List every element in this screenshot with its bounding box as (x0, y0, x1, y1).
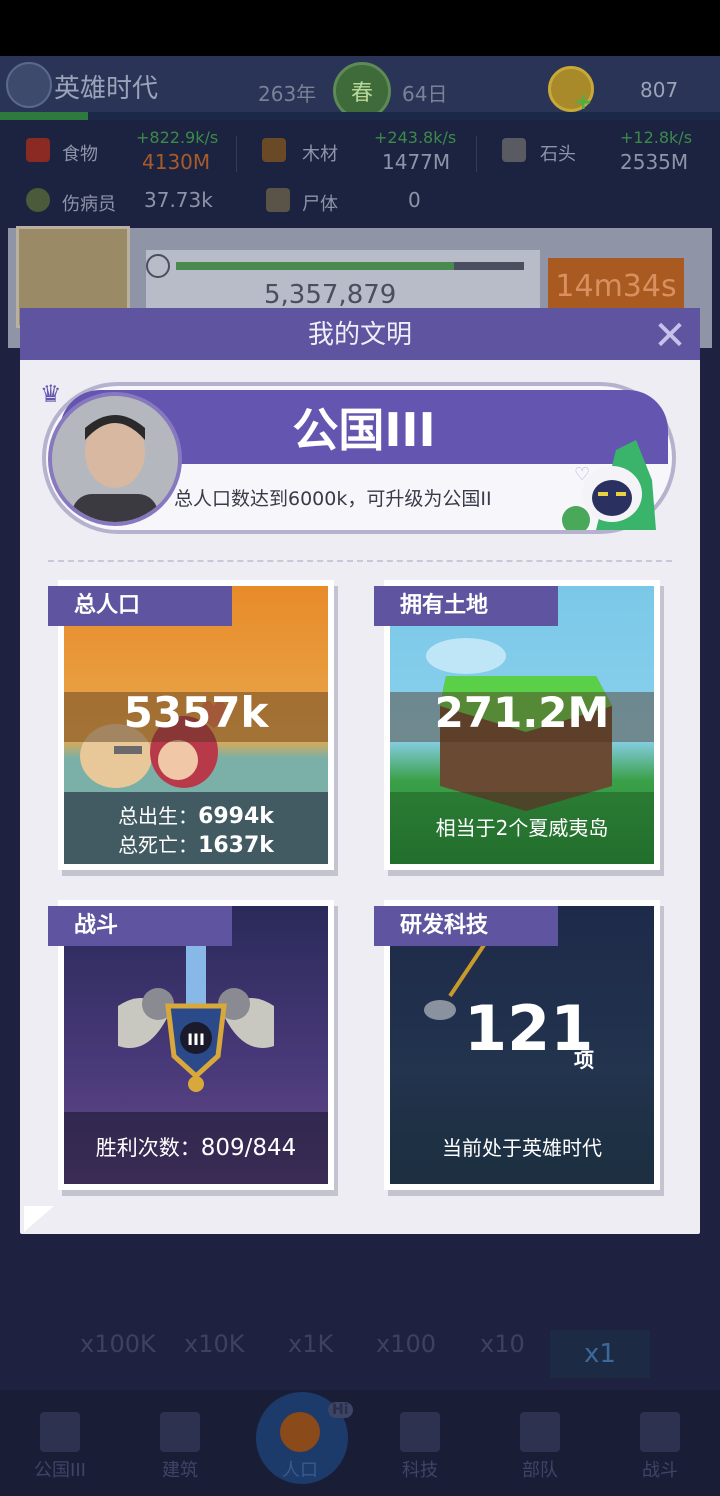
crossed-swords-icon (640, 1412, 680, 1452)
stone-icon (502, 138, 526, 162)
tab-troops[interactable]: 部队 (490, 1400, 590, 1482)
wounded-label: 伤病员 (62, 194, 116, 215)
tab-country[interactable]: 公国III (10, 1400, 110, 1482)
day-label: 64日 (402, 82, 448, 106)
food-icon (26, 138, 50, 162)
crown-icon: ♛ (40, 380, 62, 408)
deaths-value: 1637k (198, 833, 274, 858)
castle-icon (40, 1412, 80, 1452)
births-value: 6994k (198, 804, 274, 829)
battle-emblem-icon: III (118, 946, 274, 1092)
land-value: 271.2M (434, 688, 610, 737)
wounded-value: 37.73k (144, 188, 213, 212)
wood-value: 1477M (382, 150, 451, 174)
growth-progress-bar (176, 262, 524, 270)
multiplier-100[interactable]: x100 (376, 1330, 436, 1378)
tab-label: 公国III (34, 1460, 86, 1481)
close-icon[interactable]: ✕ (650, 316, 690, 356)
avatar-photo (52, 396, 178, 522)
battle-footer: 胜利次数：809/844 (64, 1112, 328, 1184)
land-tag: 拥有土地 (374, 586, 558, 626)
corpses-label: 尸体 (302, 194, 338, 215)
era-title: 英雄时代 (54, 74, 159, 104)
era-progress-bar (0, 112, 720, 120)
population-footer: 总出生：6994k 总死亡：1637k (64, 792, 328, 864)
tab-label: 部队 (522, 1460, 558, 1481)
stone-label: 石头 (540, 144, 576, 165)
stone-rate: +12.8k/s (620, 128, 693, 147)
tab-label: 建筑 (162, 1460, 198, 1481)
gold-amount: 807 (640, 78, 679, 102)
banner-icon (520, 1412, 560, 1452)
svg-text:♡: ♡ (574, 464, 590, 485)
food-value: 4130M (142, 150, 211, 174)
tech-unit: 项 (574, 1048, 594, 1072)
person-icon (280, 1412, 320, 1452)
wounded-icon (26, 188, 50, 212)
book-icon (400, 1412, 440, 1452)
corner-fold-icon (24, 1206, 54, 1232)
population-tag: 总人口 (48, 586, 232, 626)
multiplier-1[interactable]: x1 (550, 1330, 650, 1378)
divider (476, 136, 477, 172)
stone-value: 2535M (620, 150, 689, 174)
emblem-numeral: III (187, 1030, 205, 1049)
land-note: 相当于2个夏威夷岛 (390, 792, 654, 864)
era-progress-fill (0, 112, 88, 120)
tab-tech[interactable]: 科技 (370, 1400, 470, 1482)
wood-label: 木材 (302, 144, 338, 165)
wood-icon (262, 138, 286, 162)
countdown-timer: 14m34s (548, 258, 684, 314)
wood-rate: +243.8k/s (374, 128, 457, 147)
divider (236, 136, 237, 172)
births-label: 总出生： (118, 804, 199, 828)
status-bar (0, 0, 720, 56)
tab-buildings[interactable]: 建筑 (130, 1400, 230, 1482)
separator (48, 560, 672, 562)
food-rate: +822.9k/s (136, 128, 219, 147)
tab-label: 人口 (282, 1460, 318, 1481)
battle-tag: 战斗 (48, 906, 232, 946)
multiplier-1k[interactable]: x1K (288, 1330, 333, 1378)
corpse-icon (266, 188, 290, 212)
tab-label: 科技 (402, 1460, 438, 1481)
multiplier-100k[interactable]: x100K (80, 1330, 156, 1378)
deaths-label: 总死亡： (118, 833, 199, 857)
tab-population[interactable]: 人口 (250, 1400, 350, 1482)
tech-note: 当前处于英雄时代 (390, 1112, 654, 1184)
wins-value: 809/844 (200, 1135, 297, 1161)
corpses-value: 0 (408, 188, 421, 212)
avatar[interactable] (48, 392, 182, 526)
mascot-icon: ♡ (562, 440, 656, 530)
house-icon (160, 1412, 200, 1452)
food-label: 食物 (62, 144, 98, 165)
population-count: 5,357,879 (264, 280, 397, 310)
tab-battle[interactable]: 战斗 (610, 1400, 710, 1482)
tab-label: 战斗 (642, 1460, 678, 1481)
wins-label: 胜利次数： (95, 1136, 201, 1160)
rank-upgrade-hint: 总人口数达到6000k，可升级为公国II (174, 488, 492, 510)
growth-progress-fill (176, 262, 455, 270)
multiplier-10[interactable]: x10 (480, 1330, 525, 1378)
dialog-title: 我的文明 (307, 320, 412, 350)
helmet-icon[interactable] (6, 62, 52, 108)
year-label: 263年 (258, 82, 317, 106)
stopwatch-icon (146, 254, 170, 278)
multiplier-10k[interactable]: x10K (184, 1330, 244, 1378)
total-population-value: 5357k (123, 688, 269, 737)
tech-tag: 研发科技 (374, 906, 558, 946)
